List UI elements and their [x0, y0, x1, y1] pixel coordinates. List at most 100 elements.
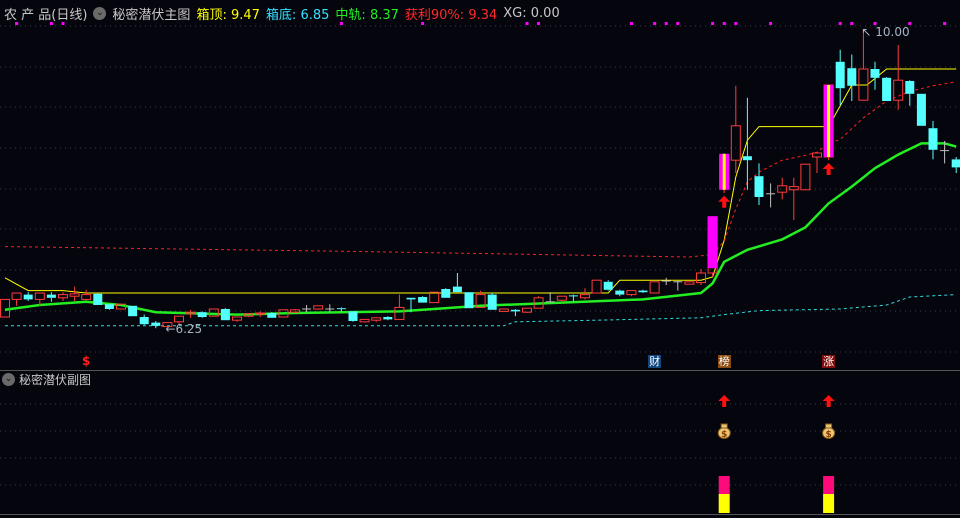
signal-dot — [769, 22, 773, 25]
candle — [788, 177, 799, 221]
candle — [858, 29, 869, 101]
event-tag[interactable]: 涨 — [822, 355, 836, 368]
candle-body — [661, 280, 671, 282]
candle — [928, 121, 938, 160]
candle — [232, 316, 242, 322]
candle-body — [916, 93, 926, 126]
candle-body — [139, 317, 149, 325]
candle — [766, 183, 776, 208]
candle-body — [556, 295, 567, 301]
candle — [464, 292, 474, 309]
signal-dot — [734, 22, 738, 25]
candle-body — [464, 292, 474, 309]
candle-body — [882, 77, 892, 101]
candle-body — [383, 317, 393, 320]
candle — [11, 292, 22, 306]
candle-body — [197, 312, 207, 317]
sub-bar-magenta — [718, 476, 730, 494]
candle — [568, 294, 578, 302]
main-chart-header: 农 产 品(日线) ⌄ 秘密潜伏主图 箱顶: 9.47 箱底: 6.85 中轨:… — [4, 4, 560, 23]
candle — [139, 314, 149, 325]
candle-body — [928, 128, 938, 150]
candle — [603, 280, 613, 291]
chevron-down-icon[interactable]: ⌄ — [2, 373, 15, 386]
sub-arrow-icon — [718, 395, 731, 407]
candle-body — [568, 295, 578, 297]
candle-body — [104, 304, 114, 309]
candle-body — [336, 308, 346, 310]
candle — [23, 292, 33, 301]
candle — [870, 61, 880, 90]
kline-chart[interactable]: ←6.25 ↖ 10.00 $ $ — [0, 0, 960, 518]
candle-body — [591, 279, 602, 294]
candle-body — [673, 281, 683, 283]
candle — [255, 311, 266, 317]
candle-body — [406, 297, 416, 300]
symbol-title: 农 产 品(日线) — [4, 8, 88, 23]
candle-body — [429, 291, 440, 304]
candle-body — [580, 294, 590, 299]
event-tag[interactable]: 榜 — [717, 355, 731, 368]
line-profit — [4, 81, 957, 258]
line-box_top — [4, 68, 957, 294]
candle-body — [359, 318, 370, 323]
event-tag[interactable]: $ — [80, 355, 93, 368]
candle — [394, 294, 405, 320]
low-price-label: ←6.25 — [165, 322, 202, 336]
candle — [348, 311, 358, 322]
indicator-name[interactable]: 秘密潜伏主图 — [112, 4, 190, 23]
candle — [730, 85, 741, 173]
candle-body — [11, 292, 22, 300]
box-top-readout: 箱顶: 9.47 — [196, 8, 260, 23]
candle — [893, 45, 904, 110]
candle-body — [69, 293, 80, 297]
high-price-label: ↖ 10.00 — [861, 25, 909, 39]
buy-arrow-icon — [822, 163, 835, 175]
candle — [510, 309, 520, 317]
candle-body — [742, 156, 752, 161]
signal-bar-stripe — [827, 85, 831, 157]
box-bottom-readout: 箱底: 6.85 — [265, 8, 330, 23]
candle — [185, 309, 196, 318]
chevron-down-icon[interactable]: ⌄ — [93, 7, 107, 20]
candle — [128, 305, 138, 317]
candle-body — [940, 150, 950, 152]
signal-dot — [711, 22, 715, 25]
candle — [684, 281, 695, 285]
signal-bar-stripe — [722, 153, 726, 190]
candle-body — [812, 152, 822, 158]
signal-dot — [653, 22, 657, 25]
candle-body — [788, 186, 799, 191]
money-bag-symbol: $ — [825, 430, 831, 440]
candle — [905, 80, 915, 106]
candle — [626, 290, 637, 297]
event-tag[interactable]: 财 — [648, 355, 662, 368]
candle-body — [800, 163, 811, 191]
candle-body — [151, 322, 161, 326]
candle — [754, 163, 764, 205]
candle-body — [626, 290, 637, 296]
candle — [441, 288, 451, 298]
candle — [197, 311, 207, 318]
candle-body — [835, 61, 845, 89]
candle — [847, 54, 857, 101]
candle — [313, 305, 324, 310]
candle-body — [34, 292, 45, 300]
candle-body — [394, 306, 405, 320]
candle-body — [81, 294, 92, 300]
candle — [882, 77, 892, 101]
candle — [580, 288, 590, 300]
money-bag-icon: $ — [822, 423, 836, 440]
candle-body — [58, 294, 68, 299]
signal-dot — [943, 22, 947, 25]
candle — [371, 317, 382, 322]
candle — [359, 318, 370, 323]
sub-indicator-name[interactable]: 秘密潜伏副图 — [19, 371, 91, 388]
candle — [649, 281, 660, 294]
candle — [151, 321, 161, 329]
candle-body — [545, 301, 555, 303]
candle — [545, 292, 555, 303]
sub-bar-magenta — [823, 476, 835, 494]
candle-body — [93, 293, 103, 305]
candle — [638, 289, 648, 293]
